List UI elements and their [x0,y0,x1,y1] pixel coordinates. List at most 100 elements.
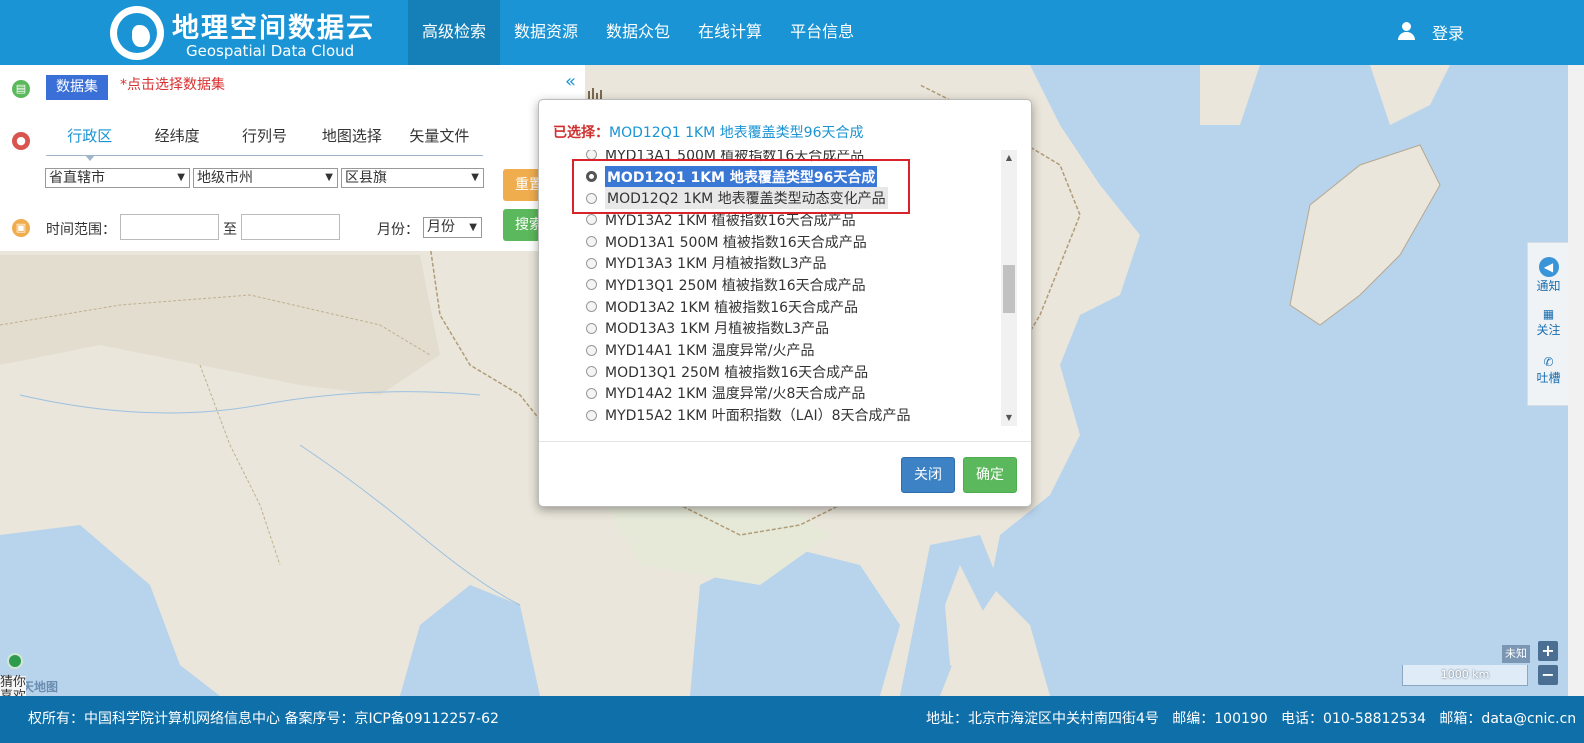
search-panel: « ▤ 数据集 *点击选择数据集 ● 行政区 经纬度 行列号 地图选择 矢量文件… [0,65,585,251]
city-select[interactable]: 地级市州 ▼ [193,168,338,188]
scroll-down-icon[interactable]: ▼ [1001,410,1017,426]
login-label: 登录 [1432,24,1465,43]
collapse-panel-icon[interactable]: « [565,71,576,92]
feedback-link[interactable]: ✆ 吐槽 [1528,355,1569,386]
dataset-list[interactable]: MYD13A1 500M 植被指数16天合成产品 MOD12Q1 1KM 地表覆… [583,150,1017,426]
page-footer: 权所有：中国科学院计算机网络信息中心 备案序号：京ICP备09112257-62… [0,696,1584,743]
map-attribution: 天地图 [22,680,59,694]
login-link[interactable]: 登录 [1396,20,1464,44]
county-select[interactable]: 区县旗 ▼ [341,168,484,188]
confirm-button[interactable]: 确定 [963,457,1017,493]
radio-button[interactable] [586,301,597,313]
dataset-button[interactable]: 数据集 [46,75,108,100]
province-select-value: 省直辖市 [49,170,105,186]
dataset-option[interactable]: MYD15A2 1KM 叶面积指数（LAI）8天合成产品 [583,404,1001,426]
scrollbar-thumb[interactable] [1003,265,1015,313]
tab-admin-region[interactable]: 行政区 [46,121,133,161]
dropdown-arrow-icon: ▼ [177,172,185,183]
dropdown-arrow-icon: ▼ [325,172,333,183]
county-select-value: 区县旗 [345,170,387,186]
status-dot-icon [7,653,23,669]
scroll-up-icon[interactable]: ▲ [1001,150,1017,166]
page-scrollbar[interactable] [1568,65,1584,696]
tab-vector-file[interactable]: 矢量文件 [396,121,483,155]
copyright-text: 权所有：中国科学院计算机网络信息中心 备案序号：京ICP备09112257-62 [28,711,499,727]
notice-link[interactable]: ◀ 通知 [1528,257,1569,294]
dataset-hint: *点击选择数据集 [120,77,225,93]
dataset-icon: ▤ [12,80,30,98]
nav-crowdsourcing[interactable]: 数据众包 [592,0,684,65]
nav-advanced-search[interactable]: 高级检索 [408,0,501,65]
radio-button[interactable] [586,344,597,356]
tab-path-row[interactable]: 行列号 [221,121,308,155]
zoom-out-button[interactable]: − [1538,665,1558,685]
nav-platform-info[interactable]: 平台信息 [776,0,868,65]
zoom-in-button[interactable]: + [1538,641,1558,661]
follow-label: 关注 [1536,323,1561,337]
dataset-option[interactable]: MOD13A3 1KM 月植被指数L3产品 [583,318,1001,340]
selected-label: 已选择： [553,125,609,141]
dataset-option[interactable]: MYD13A3 1KM 月植被指数L3产品 [583,252,1001,274]
tab-lat-lon[interactable]: 经纬度 [133,121,220,155]
dataset-option[interactable]: MOD13Q1 250M 植被指数16天合成产品 [583,361,1001,383]
contact-text: 地址：北京市海淀区中关村南四街4号 邮编：100190 电话：010-58812… [926,711,1577,727]
notice-label: 通知 [1536,279,1561,293]
dataset-option[interactable]: MYD14A1 1KM 温度异常/火产品 [583,339,1001,361]
region-tabs: 行政区 经纬度 行列号 地图选择 矢量文件 [46,121,483,161]
user-icon [1396,21,1418,43]
province-select[interactable]: 省直辖市 ▼ [45,168,190,188]
nav-data-resources[interactable]: 数据资源 [500,0,592,65]
dataset-option[interactable]: MOD13A2 1KM 植被指数16天合成产品 [583,296,1001,318]
selected-dataset-line: 已选择：MOD12Q1 1KM 地表覆盖类型96天合成 [553,122,864,142]
radio-button[interactable] [586,236,597,248]
radio-button[interactable] [586,366,597,378]
modal-divider [539,441,1031,442]
dataset-option[interactable]: MYD13A2 1KM 植被指数16天合成产品 [583,209,1001,231]
calendar-icon: ▣ [12,219,30,237]
globe-logo-icon [110,6,164,60]
radio-button[interactable] [586,409,597,421]
start-date-input[interactable] [120,214,219,240]
to-label: 至 [223,222,237,238]
qr-code-icon: ▦ [1542,307,1555,321]
search-button[interactable]: 搜索 [503,209,543,241]
dataset-option[interactable]: MOD13A1 500M 植被指数16天合成产品 [583,231,1001,253]
selected-value: MOD12Q1 1KM 地表覆盖类型96天合成 [609,125,864,141]
dataset-option[interactable]: MYD13A1 500M 植被指数16天合成产品 [583,150,1001,166]
end-date-input[interactable] [241,214,340,240]
radio-button[interactable] [586,192,597,204]
list-scrollbar[interactable]: ▲ ▼ [1001,150,1017,426]
right-float-panel: ◀ 通知 ▦ 关注 ✆ 吐槽 [1527,242,1570,406]
dataset-modal: 已选择：MOD12Q1 1KM 地表覆盖类型96天合成 MYD13A1 500M… [538,99,1032,507]
radio-button[interactable] [586,257,597,269]
unknown-badge: 未知 [1502,645,1530,663]
city-select-value: 地级市州 [197,170,253,186]
radio-button[interactable] [586,279,597,291]
nav-online-compute[interactable]: 在线计算 [684,0,776,65]
speaker-icon: ◀ [1538,257,1559,277]
logo-title-cn: 地理空间数据云 [172,13,375,44]
tab-map-select[interactable]: 地图选择 [308,121,395,155]
radio-button[interactable] [586,171,597,183]
dataset-option[interactable]: MYD14A2 1KM 温度异常/火8天合成产品 [583,383,1001,405]
map-scale-bar: 1000 km [1402,665,1528,686]
dataset-option-selected[interactable]: MOD12Q1 1KM 地表覆盖类型96天合成 [583,165,1001,188]
dataset-option[interactable]: MYD13Q1 250M 植被指数16天合成产品 [583,274,1001,296]
time-range-label: 时间范围： [46,222,116,238]
reset-button[interactable]: 重置 [503,169,543,201]
dropdown-arrow-icon: ▼ [471,172,479,183]
close-button[interactable]: 关闭 [901,457,955,493]
site-logo[interactable]: 地理空间数据云 Geospatial Data Cloud [110,4,400,62]
radio-button[interactable] [586,150,597,161]
top-header: 地理空间数据云 Geospatial Data Cloud 高级检索 数据资源 … [0,0,1584,65]
radio-button[interactable] [586,387,597,399]
location-pin-icon: ● [12,132,30,150]
month-select-value: 月份 [427,219,455,235]
follow-link[interactable]: ▦ 关注 [1528,307,1569,338]
dataset-option[interactable]: MOD12Q2 1KM 地表覆盖类型动态变化产品 [583,187,1001,210]
month-label: 月份： [377,222,419,238]
radio-button[interactable] [586,322,597,334]
dropdown-arrow-icon: ▼ [469,222,477,233]
radio-button[interactable] [586,214,597,226]
month-select[interactable]: 月份 ▼ [423,217,482,238]
